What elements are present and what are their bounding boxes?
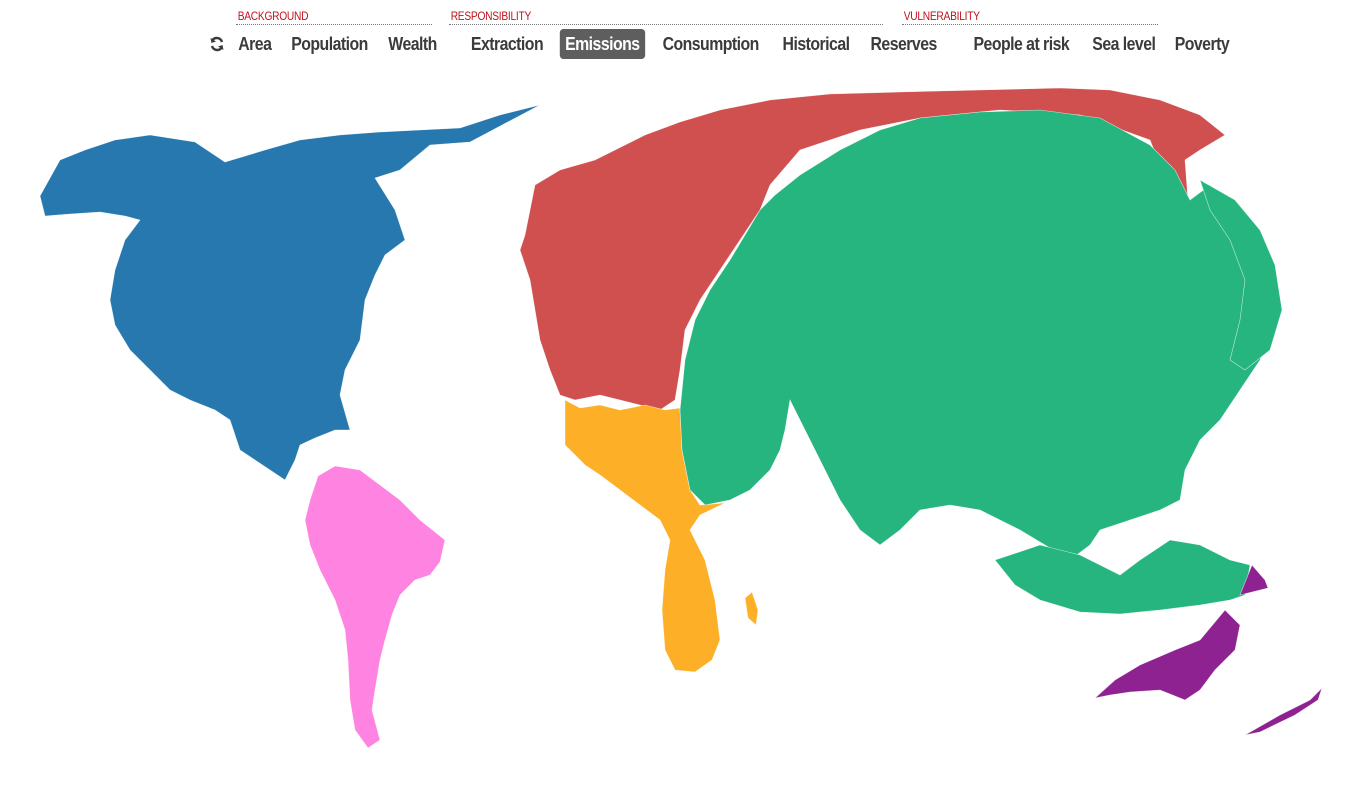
group-background: BACKGROUND bbox=[236, 8, 432, 25]
region-oceania-nz[interactable] bbox=[1244, 687, 1323, 736]
nav-item-wealth[interactable]: Wealth bbox=[383, 29, 442, 59]
group-label-background: BACKGROUND bbox=[237, 9, 309, 23]
nav-item-poverty[interactable]: Poverty bbox=[1170, 29, 1235, 59]
group-label-responsibility: RESPONSIBILITY bbox=[450, 9, 532, 23]
nav-item-people-at-risk[interactable]: People at risk bbox=[968, 29, 1074, 59]
nav-item-population[interactable]: Population bbox=[286, 29, 373, 59]
category-nav: BACKGROUND RESPONSIBILITY VULNERABILITY … bbox=[0, 0, 1360, 62]
cartogram-map bbox=[39, 87, 1323, 749]
nav-item-emissions[interactable]: Emissions bbox=[559, 29, 645, 59]
nav-item-historical[interactable]: Historical bbox=[777, 29, 854, 59]
refresh-icon bbox=[210, 36, 224, 52]
nav-item-extraction[interactable]: Extraction bbox=[465, 29, 548, 59]
region-south-america[interactable] bbox=[304, 465, 446, 749]
group-vulnerability: VULNERABILITY bbox=[902, 8, 1158, 25]
nav-item-reserves[interactable]: Reserves bbox=[865, 29, 942, 59]
nav-item-sea-level[interactable]: Sea level bbox=[1087, 29, 1161, 59]
refresh-button[interactable] bbox=[208, 35, 226, 53]
group-divider bbox=[449, 24, 883, 25]
region-oceania[interactable] bbox=[1093, 609, 1241, 701]
nav-item-area[interactable]: Area bbox=[233, 29, 277, 59]
group-responsibility: RESPONSIBILITY bbox=[449, 8, 883, 25]
group-label-vulnerability: VULNERABILITY bbox=[903, 9, 980, 23]
region-africa-island[interactable] bbox=[744, 591, 759, 626]
nav-items: Area Population Wealth Extraction Emissi… bbox=[208, 29, 1239, 59]
region-asia-southeast[interactable] bbox=[994, 539, 1251, 615]
group-divider bbox=[236, 24, 432, 25]
nav-item-consumption[interactable]: Consumption bbox=[658, 29, 765, 59]
region-north-america[interactable] bbox=[39, 104, 541, 481]
group-divider bbox=[902, 24, 1158, 25]
